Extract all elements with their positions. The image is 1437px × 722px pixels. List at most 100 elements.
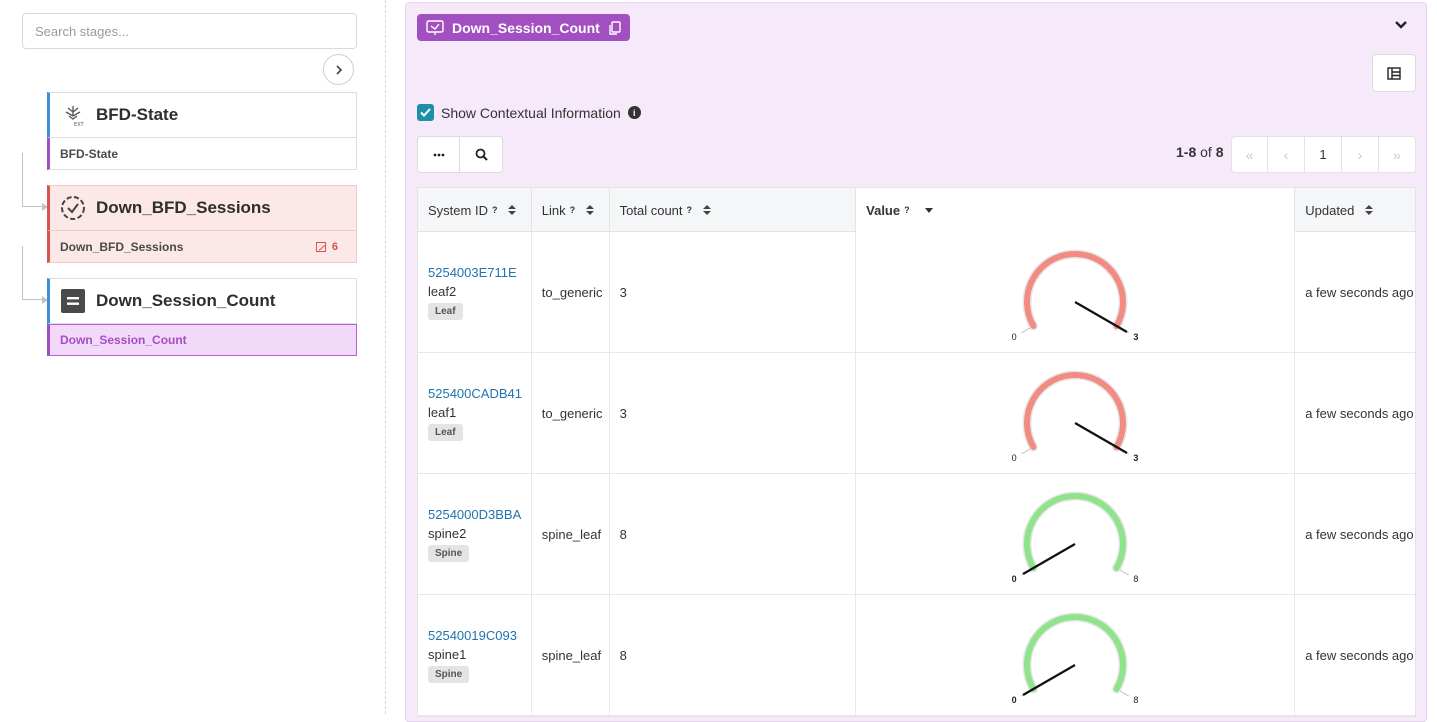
contextual-info-checkbox[interactable] — [417, 104, 434, 121]
stage-tag-label: Down_Session_Count — [452, 19, 600, 36]
hostname: spine1 — [428, 647, 467, 662]
stage-down-bfd-sessions[interactable]: Down_BFD_Sessions Down_BFD_Sessions 6 — [47, 185, 357, 263]
first-page-button[interactable]: « — [1231, 136, 1268, 173]
link-value: to_generic — [541, 406, 603, 421]
gauge-min-tick — [1021, 448, 1031, 455]
search-stages-input[interactable] — [22, 13, 357, 49]
col-label: Total count — [619, 202, 683, 218]
value-gauge: 08 — [1012, 491, 1139, 584]
col-label: System ID — [428, 202, 488, 218]
col-value[interactable]: Value? — [856, 188, 1296, 232]
prev-page-button[interactable]: ‹ — [1268, 136, 1305, 173]
link-value: spine_leaf — [541, 527, 602, 542]
value-gauge: 03 — [1012, 249, 1139, 342]
stage-tag[interactable]: Down_Session_Count — [417, 14, 630, 41]
search-button[interactable] — [460, 136, 503, 173]
info-icon[interactable]: i — [627, 106, 641, 119]
copy-icon[interactable] — [608, 20, 621, 35]
table-row: 5254003E711E leaf2 Leaf to_generic 3 0 3 a few … — [418, 232, 1415, 353]
cell-link: spine_leaf — [532, 595, 610, 716]
sort-desc-icon[interactable] — [924, 207, 933, 213]
stage-output-panel: Down_Session_Count Show Contextual Infor… — [405, 2, 1427, 722]
system-id-link[interactable]: 5254003E711E — [428, 265, 517, 280]
table-toolbar — [417, 136, 503, 173]
collapse-sidebar-button[interactable] — [323, 54, 354, 85]
sort-icon[interactable] — [1365, 205, 1374, 215]
col-link[interactable]: Link? — [532, 188, 610, 232]
gauge-min-label: 0 — [1012, 332, 1017, 342]
role-badge: Leaf — [428, 303, 463, 320]
cell-link: to_generic — [532, 353, 610, 474]
svg-text:EXT: EXT — [74, 122, 84, 128]
gauge-min-label: 0 — [1012, 453, 1017, 463]
stage-header[interactable]: EXT BFD-State — [47, 92, 357, 138]
help-icon[interactable]: ? — [570, 205, 576, 215]
stage-output-down-bfd-sessions[interactable]: Down_BFD_Sessions 6 — [47, 231, 357, 263]
last-page-button[interactable]: » — [1379, 136, 1416, 173]
show-contextual-info-toggle[interactable]: Show Contextual Information i — [417, 104, 641, 121]
gauge-min-tick — [1021, 327, 1031, 334]
cell-total: 3 — [610, 232, 857, 353]
help-icon[interactable]: ? — [904, 205, 910, 215]
stage-connector — [22, 153, 46, 207]
system-id-link[interactable]: 5254000D3BBA — [428, 507, 521, 522]
col-total-count[interactable]: Total count? — [610, 188, 857, 232]
more-actions-button[interactable] — [417, 136, 460, 173]
gauge-arc — [1024, 614, 1127, 692]
cell-total: 8 — [610, 595, 857, 716]
updated-value: a few seconds ago — [1305, 648, 1414, 663]
layout-toggle-button[interactable] — [1372, 54, 1416, 92]
cell-value: 08 — [856, 474, 1296, 595]
collapse-chevron-icon[interactable] — [1394, 19, 1408, 31]
stage-header[interactable]: Down_Session_Count — [47, 278, 357, 324]
col-updated[interactable]: Updated — [1295, 188, 1415, 232]
link-value: spine_leaf — [541, 648, 602, 663]
pagination: « ‹ 1 › » — [1231, 136, 1416, 173]
sort-icon[interactable] — [703, 205, 712, 215]
col-label: Link — [541, 202, 566, 218]
stage-output-bfd-state[interactable]: BFD-State — [47, 138, 357, 170]
system-id-link[interactable]: 52540019C093 — [428, 628, 517, 643]
stage-title: Down_BFD_Sessions — [96, 198, 271, 217]
system-id-link[interactable]: 525400CADB41 — [428, 386, 522, 401]
value-gauge: 03 — [1012, 370, 1139, 463]
sort-icon[interactable] — [508, 205, 517, 215]
stage-output-label: Down_BFD_Sessions — [60, 239, 184, 254]
cell-link: spine_leaf — [532, 474, 610, 595]
chevron-right-icon — [335, 64, 342, 75]
total-count-value: 3 — [619, 285, 627, 300]
help-icon[interactable]: ? — [492, 205, 498, 215]
gauge-max-label: 8 — [1134, 574, 1139, 584]
anomaly-badge[interactable]: 6 — [315, 241, 338, 253]
stage-navigator: EXT BFD-State BFD-State Down_BFD_Session… — [0, 0, 386, 714]
role-badge: Spine — [428, 545, 470, 562]
gauge-max-tick — [1119, 569, 1130, 576]
next-page-button[interactable]: › — [1342, 136, 1379, 173]
updated-value: a few seconds ago — [1305, 285, 1414, 300]
stage-down-session-count[interactable]: Down_Session_Count Down_Session_Count — [47, 278, 357, 356]
hostname: leaf2 — [428, 284, 457, 299]
col-system-id[interactable]: System ID? — [418, 188, 532, 232]
stage-bfd-state[interactable]: EXT BFD-State BFD-State — [47, 92, 357, 170]
gauge-arc — [1024, 372, 1127, 450]
stage-header[interactable]: Down_BFD_Sessions — [47, 185, 357, 231]
help-icon[interactable]: ? — [687, 205, 693, 215]
range-total: 8 — [1215, 144, 1224, 160]
gauge-max-label: 3 — [1134, 453, 1139, 463]
current-page-button[interactable]: 1 — [1305, 136, 1342, 173]
stage-connector — [22, 246, 46, 300]
stage-output-down-session-count[interactable]: Down_Session_Count — [47, 324, 357, 356]
value-gauge: 08 — [1012, 612, 1139, 705]
pagination-range: 1-8 of 8 — [1176, 144, 1224, 160]
stage-output-label: Down_Session_Count — [60, 333, 187, 347]
cell-total: 3 — [610, 353, 857, 474]
role-badge: Spine — [428, 666, 470, 683]
cell-updated: a few seconds ago — [1295, 353, 1415, 474]
stage-title: Down_Session_Count — [96, 291, 276, 310]
layout-icon — [1387, 66, 1401, 80]
sort-icon[interactable] — [586, 205, 595, 215]
col-label: Value — [866, 202, 901, 218]
total-count-value: 8 — [619, 527, 627, 542]
cell-value: 08 — [856, 595, 1296, 716]
gauge-min-label: 0 — [1012, 695, 1017, 705]
